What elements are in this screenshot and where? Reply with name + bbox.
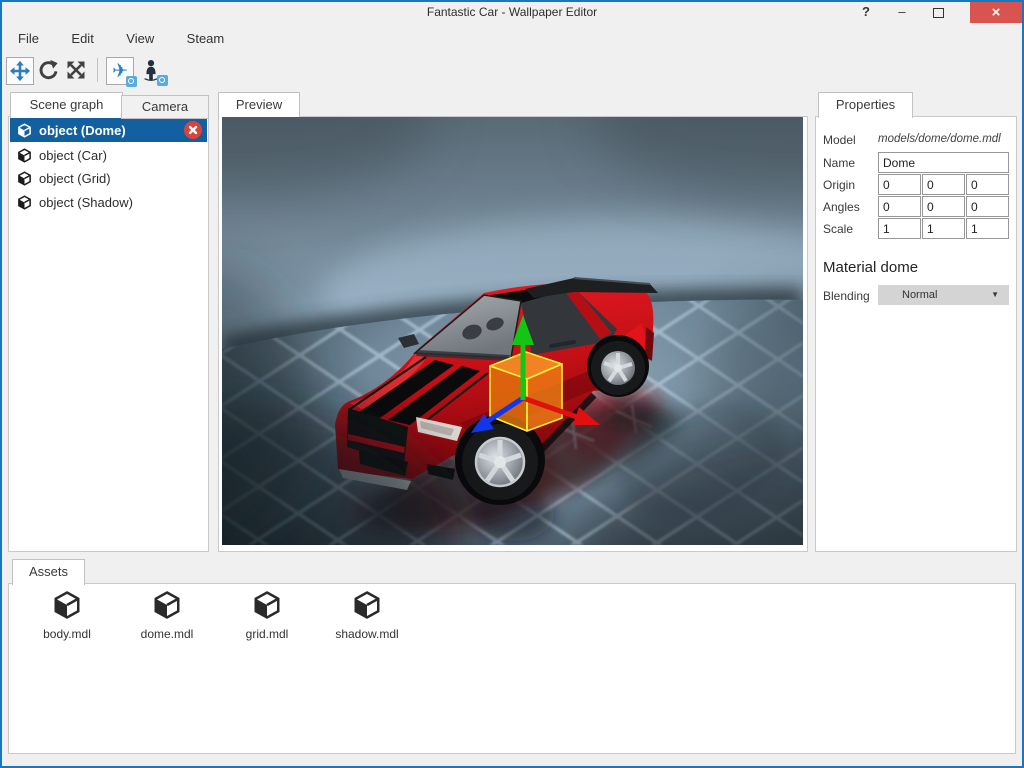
scene-item-grid[interactable]: object (Grid) — [10, 166, 207, 190]
blending-dropdown[interactable]: Normal ▼ — [878, 285, 1009, 305]
scene-item-dome[interactable]: object (Dome) — [10, 118, 207, 142]
origin-x-field[interactable] — [878, 174, 921, 195]
cube-icon — [354, 591, 380, 619]
tab-scene-graph[interactable]: Scene graph — [10, 92, 123, 118]
rotate-tool-button[interactable] — [35, 57, 61, 83]
asset-label: dome.mdl — [140, 627, 194, 641]
scene-item-label: object (Grid) — [39, 170, 111, 186]
cube-icon — [254, 591, 280, 619]
material-heading: Material dome — [823, 259, 919, 276]
scale-label: Scale — [823, 222, 854, 236]
maximize-button[interactable] — [920, 2, 956, 23]
scene-item-label: object (Dome) — [39, 122, 126, 138]
toolbar-separator — [97, 58, 98, 82]
airplane-tool-badge-icon — [126, 76, 137, 87]
menu-steam[interactable]: Steam — [173, 28, 239, 49]
maximize-icon — [932, 8, 944, 18]
application-window: Fantastic Car - Wallpaper Editor ? – × F… — [0, 0, 1024, 768]
tab-preview[interactable]: Preview — [218, 92, 300, 118]
preview-viewport[interactable] — [222, 117, 803, 545]
angles-z-field[interactable] — [966, 196, 1009, 217]
help-button[interactable]: ? — [848, 2, 884, 23]
blending-label: Blending — [823, 289, 870, 303]
asset-item-shadow[interactable]: shadow.mdl — [317, 590, 417, 641]
title-bar[interactable]: Fantastic Car - Wallpaper Editor ? – × — [2, 2, 1022, 23]
name-field[interactable] — [878, 152, 1009, 173]
scene-graph-panel: object (Dome) object (Car) object (Grid) — [8, 116, 209, 552]
scale-y-field[interactable] — [922, 218, 965, 239]
gizmo-cube[interactable] — [489, 351, 563, 432]
menu-file[interactable]: File — [4, 28, 53, 49]
asset-label: shadow.mdl — [335, 627, 399, 641]
menu-edit[interactable]: Edit — [57, 28, 107, 49]
scale-x-field[interactable] — [878, 218, 921, 239]
person-tool-badge-icon — [157, 75, 168, 86]
asset-label: body.mdl — [43, 627, 91, 641]
cube-icon — [18, 122, 31, 138]
angles-x-field[interactable] — [878, 196, 921, 217]
cube-icon — [18, 170, 31, 186]
origin-y-field[interactable] — [922, 174, 965, 195]
delete-x-icon — [188, 125, 198, 135]
blending-value: Normal — [902, 289, 938, 301]
airplane-tool-button[interactable]: ✈ — [106, 57, 137, 87]
scene-item-label: object (Car) — [39, 147, 107, 163]
cube-icon — [154, 591, 180, 619]
close-button[interactable]: × — [970, 2, 1022, 23]
scene-item-car[interactable]: object (Car) — [10, 143, 207, 167]
asset-item-dome[interactable]: dome.mdl — [117, 590, 217, 641]
angles-label: Angles — [823, 200, 860, 214]
origin-label: Origin — [823, 178, 856, 192]
move-tool-icon — [9, 60, 31, 82]
scene-item-label: object (Shadow) — [39, 194, 133, 210]
scene-item-shadow[interactable]: object (Shadow) — [10, 190, 207, 214]
cube-icon — [54, 591, 80, 619]
chevron-down-icon: ▼ — [991, 290, 999, 299]
model-label: Model — [823, 133, 856, 147]
scale-tool-icon — [67, 61, 85, 79]
scale-tool-button[interactable] — [63, 57, 89, 83]
cube-icon — [18, 194, 31, 210]
tab-assets[interactable]: Assets — [12, 559, 85, 585]
name-label: Name — [823, 156, 856, 170]
scale-z-field[interactable] — [966, 218, 1009, 239]
asset-item-grid[interactable]: grid.mdl — [217, 590, 317, 641]
tab-properties[interactable]: Properties — [818, 92, 913, 118]
properties-panel: Model models/dome/dome.mdl Name Origin A… — [815, 116, 1017, 552]
origin-z-field[interactable] — [966, 174, 1009, 195]
angles-y-field[interactable] — [922, 196, 965, 217]
delete-object-button[interactable] — [184, 121, 202, 139]
cube-icon — [18, 147, 31, 163]
move-tool-button[interactable] — [6, 57, 34, 85]
tab-camera[interactable]: Camera — [121, 95, 209, 119]
asset-item-body[interactable]: body.mdl — [17, 590, 117, 641]
assets-panel: body.mdl dome.mdl grid.mdl shadow.mdl — [8, 583, 1016, 754]
person-tool-button[interactable] — [138, 57, 168, 86]
asset-label: grid.mdl — [245, 627, 289, 641]
model-value: models/dome/dome.mdl — [878, 133, 1001, 145]
minimize-button[interactable]: – — [884, 2, 920, 23]
menu-view[interactable]: View — [112, 28, 168, 49]
rotate-tool-icon — [39, 59, 58, 80]
menu-bar: File Edit View Steam — [4, 28, 238, 50]
